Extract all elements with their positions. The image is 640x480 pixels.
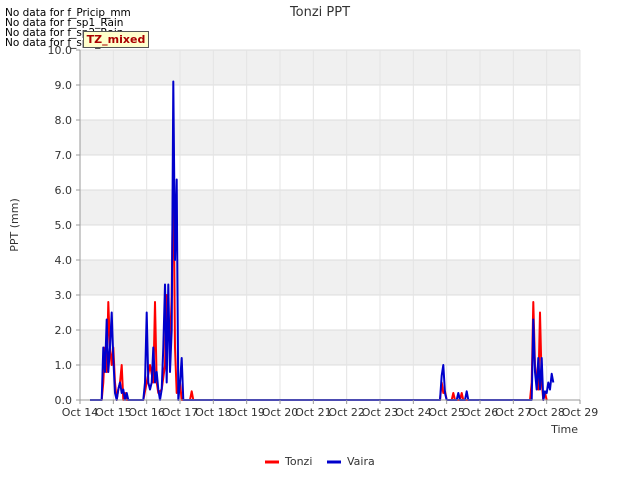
plot-band [80, 190, 580, 225]
y-axis-ticks: 0.01.02.03.04.05.06.07.08.09.010.0 [48, 44, 80, 407]
x-tick-label: Oct 14 [62, 406, 99, 419]
chart-title: Tonzi PPT [289, 5, 350, 20]
ppt-chart: Oct 14Oct 15Oct 16Oct 17Oct 18Oct 19Oct … [8, 5, 599, 468]
x-tick-label: Oct 22 [328, 406, 365, 419]
x-tick-label: Oct 16 [128, 406, 165, 419]
plot-band [80, 120, 580, 155]
x-tick-label: Oct 19 [228, 406, 265, 419]
y-tick-label: 9.0 [55, 79, 73, 92]
y-tick-label: 8.0 [55, 114, 73, 127]
y-tick-label: 7.0 [55, 149, 73, 162]
x-tick-label: Oct 26 [462, 406, 499, 419]
y-tick-label: 2.0 [55, 324, 73, 337]
x-axis-label: Time [550, 423, 578, 436]
y-tick-label: 1.0 [55, 359, 73, 372]
plot-band [80, 260, 580, 295]
x-tick-label: Oct 28 [528, 406, 565, 419]
x-tick-label: Oct 15 [95, 406, 132, 419]
legend-label-vaira: Vaira [347, 455, 375, 468]
plot-band [80, 155, 580, 190]
x-tick-label: Oct 21 [295, 406, 332, 419]
legend-label-tonzi: Tonzi [284, 455, 312, 468]
x-tick-label: Oct 20 [262, 406, 299, 419]
x-tick-label: Oct 25 [428, 406, 465, 419]
x-axis-ticks: Oct 14Oct 15Oct 16Oct 17Oct 18Oct 19Oct … [62, 400, 599, 419]
site-badge: TZ_mixed [83, 31, 149, 48]
y-tick-label: 6.0 [55, 184, 73, 197]
y-tick-label: 0.0 [55, 394, 73, 407]
plot-band [80, 85, 580, 120]
x-tick-label: Oct 17 [162, 406, 199, 419]
x-tick-label: Oct 24 [395, 406, 432, 419]
x-tick-label: Oct 23 [362, 406, 399, 419]
y-tick-label: 5.0 [55, 219, 73, 232]
y-axis-label: PPT (mm) [8, 198, 21, 252]
y-tick-label: 4.0 [55, 254, 73, 267]
legend: Tonzi Vaira [265, 455, 375, 468]
x-tick-label: Oct 29 [562, 406, 599, 419]
plot-band [80, 225, 580, 260]
plot-band [80, 50, 580, 85]
x-tick-label: Oct 18 [195, 406, 232, 419]
x-tick-label: Oct 27 [495, 406, 532, 419]
y-tick-label: 3.0 [55, 289, 73, 302]
